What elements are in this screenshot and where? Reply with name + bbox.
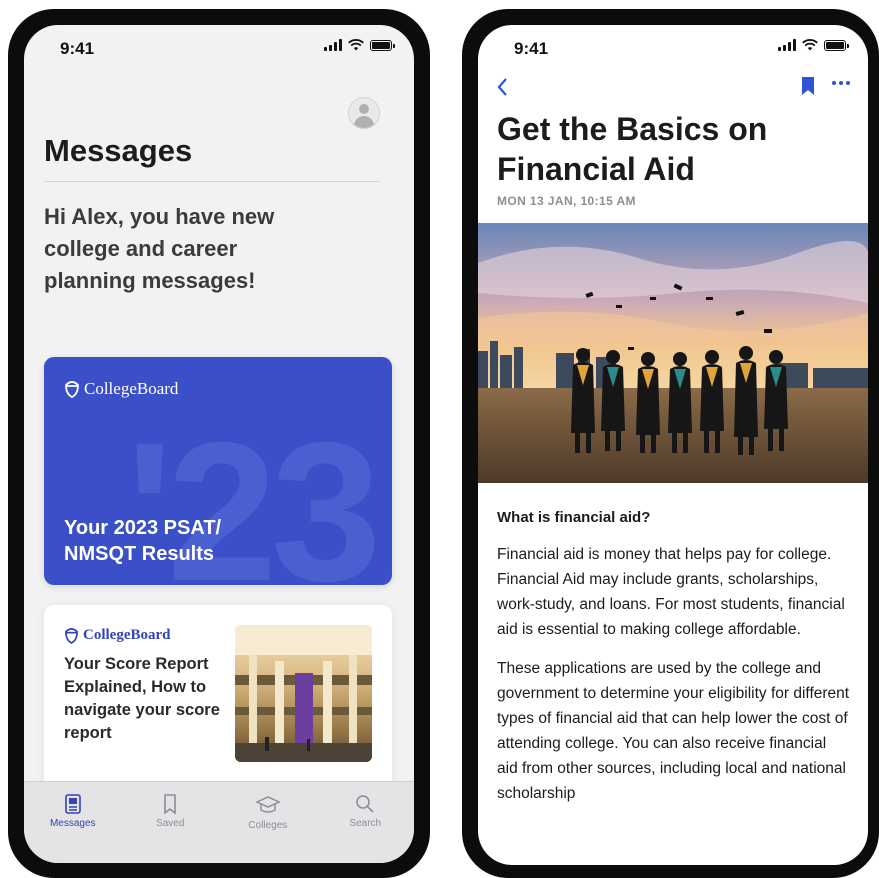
messages-screen: 9:41 Messages Hi Alex, you have new coll… — [24, 25, 414, 863]
wifi-icon — [348, 39, 364, 51]
left-phone-frame: 9:41 Messages Hi Alex, you have new coll… — [8, 9, 430, 878]
psat-results-card[interactable]: '23 CollegeBoard Your 2023 PSAT/ NMSQT R… — [44, 357, 392, 585]
tab-messages[interactable]: Messages — [24, 782, 122, 863]
tab-label: Search — [349, 818, 382, 829]
bookmark-icon — [164, 794, 177, 814]
signal-icon — [778, 39, 796, 51]
page-title: Messages — [44, 133, 193, 168]
more-options-button[interactable] — [832, 81, 850, 85]
article-body: What is financial aid? Financial aid is … — [497, 509, 851, 820]
acorn-icon — [65, 381, 79, 398]
bookmark-button[interactable] — [802, 77, 814, 100]
paragraph: These applications are used by the colle… — [497, 660, 850, 802]
greeting-text: Hi Alex, you have new college and career… — [44, 204, 275, 293]
back-button[interactable] — [496, 77, 508, 102]
status-time: 9:41 — [60, 39, 95, 58]
tab-label: Saved — [156, 818, 185, 829]
status-bar: 9:41 — [478, 25, 868, 75]
wifi-icon — [802, 39, 818, 51]
score-report-title: Your Score Report Explained, How to navi… — [64, 655, 220, 742]
tab-colleges[interactable]: Colleges — [219, 782, 317, 863]
collegeboard-logo: CollegeBoard — [64, 379, 178, 399]
article-date: MON 13 JAN, 10:15 AM — [497, 194, 636, 208]
tab-search[interactable]: Search — [317, 782, 415, 863]
building-interior-image — [235, 625, 372, 762]
more-icon — [832, 81, 836, 85]
search-icon — [356, 795, 374, 813]
collegeboard-logo: CollegeBoard — [64, 627, 171, 644]
status-icons — [324, 39, 395, 51]
paragraph: Financial aid is money that helps pay fo… — [497, 546, 845, 638]
bookmark-filled-icon — [802, 77, 814, 95]
tab-saved[interactable]: Saved — [122, 782, 220, 863]
collegeboard-wordmark: CollegeBoard — [84, 379, 179, 398]
battery-icon — [824, 39, 849, 51]
status-icons — [778, 39, 849, 51]
psat-card-title: Your 2023 PSAT/ NMSQT Results — [64, 517, 222, 565]
score-report-card[interactable]: CollegeBoard Your Score Report Explained… — [44, 605, 392, 805]
acorn-icon — [65, 628, 78, 644]
article-title: Get the Basics on Financial Aid — [497, 111, 768, 187]
right-phone-frame: 9:41 Get the Basics on Financial Aid MON… — [462, 9, 879, 878]
tab-label: Colleges — [248, 820, 288, 831]
profile-avatar[interactable] — [348, 97, 380, 129]
signal-icon — [324, 39, 342, 51]
messages-icon — [64, 794, 81, 814]
tab-label: Messages — [49, 818, 96, 829]
graduation-cap-icon — [255, 796, 280, 813]
battery-icon — [370, 39, 395, 51]
section-heading: What is financial aid? — [497, 509, 651, 526]
chevron-left-icon — [497, 78, 507, 96]
status-bar: 9:41 — [24, 25, 414, 75]
title-divider — [44, 181, 380, 182]
status-time: 9:41 — [514, 39, 549, 58]
tab-bar: Messages Saved Colleges Search — [24, 781, 414, 863]
article-screen: 9:41 Get the Basics on Financial Aid MON… — [478, 25, 868, 865]
collegeboard-wordmark: CollegeBoard — [83, 627, 171, 643]
graduation-hero-image — [478, 223, 868, 483]
